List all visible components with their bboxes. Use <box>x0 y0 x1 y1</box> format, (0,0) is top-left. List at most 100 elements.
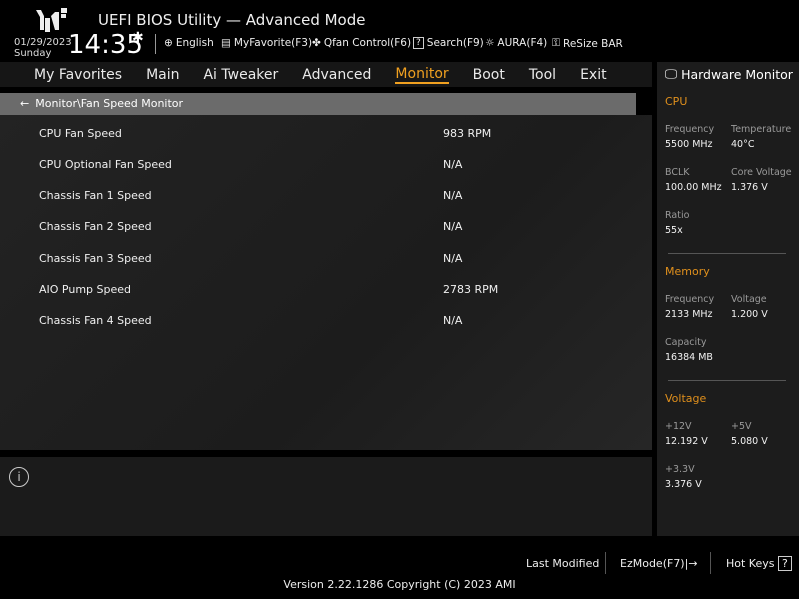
cpu-frequency: 5500 MHz <box>665 139 713 150</box>
fan-label: Chassis Fan 1 Speed <box>39 189 152 202</box>
fan-value: N/A <box>443 189 463 202</box>
label: Hot Keys <box>726 557 775 570</box>
fan-row[interactable]: CPU Fan Speed 983 RPM <box>39 127 639 140</box>
tab-advanced[interactable]: Advanced <box>302 67 371 83</box>
help-panel <box>0 457 652 536</box>
resize-bar-button[interactable]: ⚿ ReSize BAR <box>552 37 623 50</box>
qfan-button[interactable]: ✤ Qfan Control(F6) <box>312 37 411 49</box>
fan-label: AIO Pump Speed <box>39 283 132 296</box>
label: Frequency <box>665 294 715 305</box>
fan-label: Chassis Fan 4 Speed <box>39 314 152 327</box>
cpu-core-voltage: 1.376 V <box>731 182 768 193</box>
cpu-section-title: CPU <box>665 95 688 108</box>
fan-value: N/A <box>443 252 463 265</box>
label: Qfan Control(F6) <box>323 37 412 49</box>
ezmode-button[interactable]: EzMode(F7)|→ <box>620 557 698 570</box>
fan-row[interactable]: AIO Pump Speed 2783 RPM <box>39 283 639 296</box>
tab-exit[interactable]: Exit <box>580 67 607 83</box>
fan-label: CPU Fan Speed <box>39 127 122 140</box>
app-title: UEFI BIOS Utility — Advanced Mode <box>98 11 366 29</box>
myfavorite-button[interactable]: ▤ MyFavorite(F3) <box>221 37 312 49</box>
version-text: Version 2.22.1286 Copyright (C) 2023 AMI <box>283 578 516 591</box>
tab-my-favorites[interactable]: My Favorites <box>34 67 122 83</box>
divider <box>155 34 156 54</box>
label: +3.3V <box>665 464 695 475</box>
label: MyFavorite(F3) <box>233 37 313 49</box>
voltage-5v: 5.080 V <box>731 436 768 447</box>
globe-icon: ⊕ <box>164 37 173 49</box>
fan-value: 983 RPM <box>443 127 492 140</box>
tab-monitor[interactable]: Monitor <box>395 66 449 84</box>
fan-row[interactable]: Chassis Fan 3 Speed N/A <box>39 252 639 265</box>
resize-bar-icon: ⚿ <box>552 37 560 49</box>
day: Sunday <box>14 48 52 59</box>
label: Ratio <box>665 210 690 221</box>
tab-boot[interactable]: Boot <box>473 67 505 83</box>
label: English <box>175 37 214 49</box>
fan-value: N/A <box>443 314 463 327</box>
divider <box>605 552 606 574</box>
tab-main[interactable]: Main <box>146 67 179 83</box>
fan-icon: ✤ <box>312 37 321 49</box>
search-icon: ? <box>413 37 424 49</box>
fan-label: Chassis Fan 2 Speed <box>39 220 152 233</box>
breadcrumb-text: Monitor\Fan Speed Monitor <box>35 97 184 110</box>
label: AURA(F4) <box>497 37 548 49</box>
label: Core Voltage <box>731 167 792 178</box>
tab-ai-tweaker[interactable]: Ai Tweaker <box>203 67 278 83</box>
label: EzMode(F7)| <box>620 557 689 570</box>
fan-label: CPU Optional Fan Speed <box>39 158 172 171</box>
fan-value: N/A <box>443 158 463 171</box>
fan-value: N/A <box>443 220 463 233</box>
memory-voltage: 1.200 V <box>731 309 768 320</box>
gear-icon[interactable]: ✱ <box>132 30 144 46</box>
favorite-icon: ▤ <box>221 37 231 49</box>
cpu-ratio: 55x <box>665 225 683 236</box>
label: Frequency <box>665 124 715 135</box>
memory-capacity: 16384 MB <box>665 352 713 363</box>
aura-icon: ☼ <box>485 37 495 49</box>
back-arrow-icon[interactable]: ← <box>20 97 29 110</box>
breadcrumb[interactable]: ← Monitor\Fan Speed Monitor <box>0 93 636 115</box>
label: Temperature <box>731 124 792 135</box>
tab-tool[interactable]: Tool <box>529 67 556 83</box>
last-modified-button[interactable]: Last Modified <box>526 557 599 570</box>
date-display[interactable]: 01/29/2023 Sunday <box>14 37 72 59</box>
memory-section-title: Memory <box>665 265 710 278</box>
divider <box>710 552 711 574</box>
help-icon: ? <box>778 556 792 571</box>
fan-row[interactable]: Chassis Fan 4 Speed N/A <box>39 314 639 327</box>
label: ReSize BAR <box>563 37 623 50</box>
voltage-12v: 12.192 V <box>665 436 708 447</box>
divider <box>668 380 786 381</box>
main-nav: My Favorites Main Ai Tweaker Advanced Mo… <box>0 62 652 87</box>
aura-button[interactable]: ☼ AURA(F4) <box>485 37 547 49</box>
label: Capacity <box>665 337 707 348</box>
voltage-section-title: Voltage <box>665 392 707 405</box>
voltage-3v3: 3.376 V <box>665 479 702 490</box>
cpu-temperature: 40°C <box>731 139 755 150</box>
memory-frequency: 2133 MHz <box>665 309 713 320</box>
tuf-logo <box>36 8 67 32</box>
fan-label: Chassis Fan 3 Speed <box>39 252 152 265</box>
fan-row[interactable]: CPU Optional Fan Speed N/A <box>39 158 639 171</box>
language-button[interactable]: ⊕ English <box>164 37 214 49</box>
label: Voltage <box>731 294 767 305</box>
hardware-monitor-title: 🖵 Hardware Monitor <box>665 66 793 82</box>
search-button[interactable]: ? Search(F9) <box>413 37 484 49</box>
info-icon: i <box>9 467 29 487</box>
label: +5V <box>731 421 752 432</box>
cpu-bclk: 100.00 MHz <box>665 182 722 193</box>
title: Hardware Monitor <box>681 66 793 82</box>
fan-value: 2783 RPM <box>443 283 499 296</box>
monitor-icon: 🖵 <box>665 66 678 81</box>
exit-arrow-icon: → <box>688 557 698 570</box>
fan-row[interactable]: Chassis Fan 1 Speed N/A <box>39 189 639 202</box>
divider <box>668 253 786 254</box>
date: 01/29/2023 <box>14 37 72 48</box>
label: Search(F9) <box>426 37 484 49</box>
fan-row[interactable]: Chassis Fan 2 Speed N/A <box>39 220 639 233</box>
label: BCLK <box>665 167 690 178</box>
label: +12V <box>665 421 692 432</box>
hot-keys-button[interactable]: Hot Keys ? <box>726 556 792 571</box>
